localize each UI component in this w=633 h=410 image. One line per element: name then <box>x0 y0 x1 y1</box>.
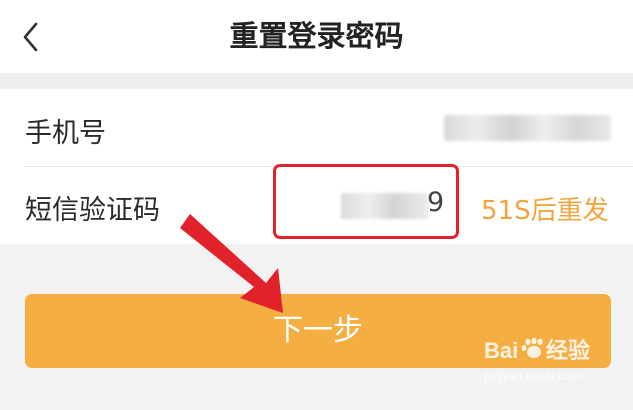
svg-text:Bai: Bai <box>484 338 518 363</box>
baidu-jingyan-watermark: Bai 经验 jingyan.baidu.com <box>484 337 590 383</box>
phone-label: 手机号 <box>25 118 106 149</box>
header-bar: 重置登录密码 <box>0 0 633 73</box>
annotation-highlight-box <box>273 164 459 239</box>
page-title: 重置登录密码 <box>229 19 404 53</box>
resend-code-button[interactable]: 51S后重发 <box>481 190 609 227</box>
svg-text:经验: 经验 <box>546 338 590 363</box>
svg-text:jingyan.baidu.com: jingyan.baidu.com <box>484 369 581 383</box>
sms-code-label: 短信验证码 <box>25 195 160 226</box>
section-divider <box>0 73 633 89</box>
paw-icon <box>521 337 543 358</box>
phone-number-blurred <box>444 115 611 141</box>
